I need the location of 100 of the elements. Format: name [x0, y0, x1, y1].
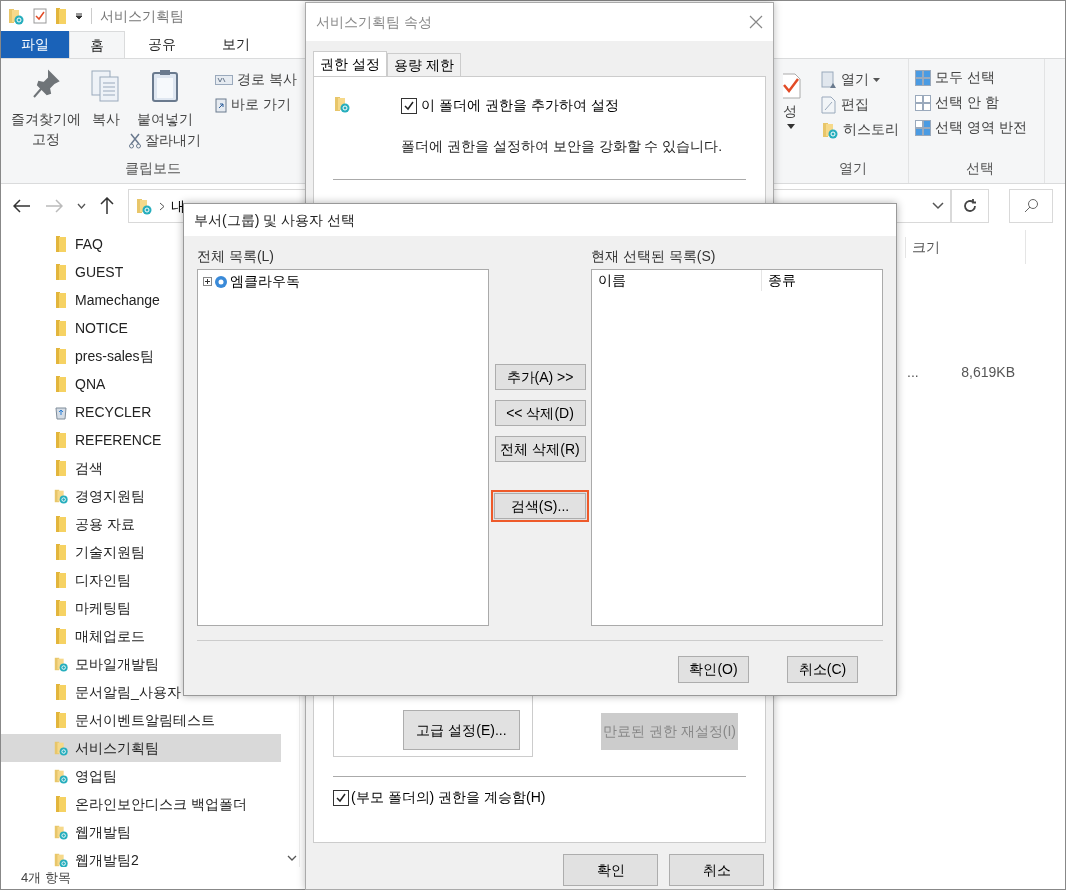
checkbox-label: 이 폴더에 권한을 추가하여 설정	[421, 96, 619, 115]
synced-folder-icon	[53, 739, 69, 757]
grid-icon	[915, 94, 931, 111]
synced-folder-icon	[53, 823, 69, 841]
open-button[interactable]: 열기	[821, 69, 908, 90]
list-action-button[interactable]: 전체 삭제(R)	[494, 436, 586, 462]
cut-button[interactable]: 잘라내기	[129, 130, 202, 151]
folder-icon	[55, 543, 67, 561]
list-action-button[interactable]: << 삭제(D)	[494, 400, 586, 426]
group-label: 선택	[964, 159, 995, 178]
properties-icon[interactable]	[33, 8, 47, 24]
folder-icon	[55, 263, 67, 281]
ok-button[interactable]: 확인(O)	[678, 656, 749, 683]
dialog-title: 부서(그룹) 및 사용자 선택	[194, 210, 355, 230]
column-header[interactable]: 이름	[592, 270, 762, 291]
edit-icon	[821, 95, 837, 114]
nav-item[interactable]: 온라인보안디스크 백업폴더	[1, 790, 281, 818]
edit-button[interactable]: 편집	[821, 94, 908, 115]
folder-icon	[55, 347, 67, 365]
copy-button[interactable]: 복사	[89, 69, 124, 158]
select-none-button[interactable]: 선택 안 함	[915, 92, 1044, 113]
caret-icon[interactable]	[787, 124, 795, 129]
pin-button[interactable]: 즐겨찾기에 고정	[9, 69, 84, 158]
dialog-tab[interactable]: 권한 설정	[313, 51, 387, 76]
description-text: 폴더에 권한을 설정하여 보안을 강화할 수 있습니다.	[401, 137, 723, 156]
folder-icon	[7, 7, 25, 25]
select-all-button[interactable]: 모두 선택	[915, 67, 1044, 88]
folder-icon	[55, 319, 67, 337]
dialog-title: 서비스기획팀 속성	[316, 12, 433, 32]
up-arrow-icon[interactable]	[100, 197, 114, 215]
dropdown-icon[interactable]	[75, 12, 83, 20]
path-icon	[215, 74, 234, 85]
window-title: 서비스기획팀	[100, 6, 184, 26]
nav-item[interactable]: 서비스기획팀	[1, 734, 281, 762]
folder-icon	[135, 197, 153, 215]
expand-icon[interactable]	[203, 277, 212, 286]
chevron-down-icon[interactable]	[77, 203, 86, 209]
ribbon-tab[interactable]: 보기	[199, 31, 273, 58]
nav-item[interactable]: 영업팀	[1, 762, 281, 790]
advanced-settings-button[interactable]: 고급 설정(E)...	[403, 710, 520, 750]
cancel-button[interactable]: 취소	[669, 854, 764, 886]
shortcut-button[interactable]: 바로 가기	[215, 94, 297, 115]
selected-list[interactable]: 이름 종류	[591, 269, 883, 626]
caret-icon	[873, 77, 880, 82]
ribbon-tab[interactable]: 홈	[69, 31, 125, 58]
folder-icon	[55, 375, 67, 393]
clipboard-icon	[150, 69, 181, 103]
folder-icon	[55, 571, 67, 589]
chevron-right-icon[interactable]	[159, 201, 165, 211]
nav-item[interactable]: 웹개발팀	[1, 818, 281, 846]
grid-icon	[915, 119, 931, 136]
checkbox[interactable]	[333, 789, 349, 806]
column-header[interactable]: 종류	[762, 270, 882, 291]
nav-item[interactable]: 모바일개발팀	[1, 650, 281, 678]
ok-button[interactable]: 확인	[563, 854, 658, 886]
paste-button[interactable]: 붙여넣기	[137, 69, 194, 130]
recycle-bin-icon	[53, 404, 69, 420]
folder-icon	[55, 515, 67, 533]
table-cell-text: ...	[907, 363, 920, 382]
cancel-button[interactable]: 취소(C)	[787, 656, 858, 683]
nav-item[interactable]: 문서알림_사용자	[1, 678, 281, 706]
ribbon-tab[interactable]: 파일	[1, 31, 69, 58]
ribbon-label[interactable]: 성	[783, 101, 815, 122]
folder-icon	[55, 711, 67, 729]
chevron-down-icon[interactable]	[932, 202, 944, 210]
ribbon-tab[interactable]: 공유	[125, 31, 199, 58]
history-button[interactable]: 히스토리	[821, 119, 908, 140]
folder-icon	[55, 235, 67, 253]
checkmark-icon	[783, 73, 801, 99]
nav-item[interactable]: 웹개발팀2	[1, 846, 281, 867]
folder-icon	[55, 683, 67, 701]
refresh-button[interactable]	[951, 189, 989, 223]
invert-selection-button[interactable]: 선택 영역 반전	[915, 117, 1044, 138]
scroll-down-icon[interactable]	[287, 855, 297, 861]
checkbox[interactable]	[401, 97, 417, 114]
synced-folder-icon	[53, 851, 69, 867]
synced-folder-icon	[53, 487, 69, 505]
status-text: 4개 항목	[21, 869, 71, 888]
shortcut-icon	[215, 96, 228, 113]
search-field[interactable]	[1009, 189, 1053, 223]
tree-item[interactable]: 엠클라우독	[230, 271, 300, 292]
back-arrow-icon[interactable]	[13, 199, 31, 213]
refresh-icon	[962, 198, 978, 214]
nav-item[interactable]: 문서이벤트알림테스트	[1, 706, 281, 734]
dialog-tab[interactable]: 용량 제한	[386, 53, 461, 76]
address-text: 내	[171, 196, 185, 216]
synced-folder-icon	[53, 767, 69, 785]
tree-list[interactable]: 엠클라우독	[197, 269, 489, 626]
column-header[interactable]: 크기	[905, 236, 1025, 258]
group-label: 클립보드	[124, 159, 182, 178]
copy-path-button[interactable]: 경로 복사	[215, 69, 297, 90]
folder-icon	[55, 431, 67, 449]
scissors-icon	[129, 132, 142, 149]
folder-icon	[55, 291, 67, 309]
list-action-button[interactable]: 검색(S)...	[491, 490, 589, 522]
close-icon[interactable]	[749, 15, 763, 29]
list-action-button[interactable]: 추가(A) >>	[494, 364, 586, 390]
checkbox-label: (부모 폴더의) 권한을 계승함(H)	[351, 788, 546, 807]
grid-icon	[915, 69, 931, 86]
folder-icon	[55, 795, 67, 813]
